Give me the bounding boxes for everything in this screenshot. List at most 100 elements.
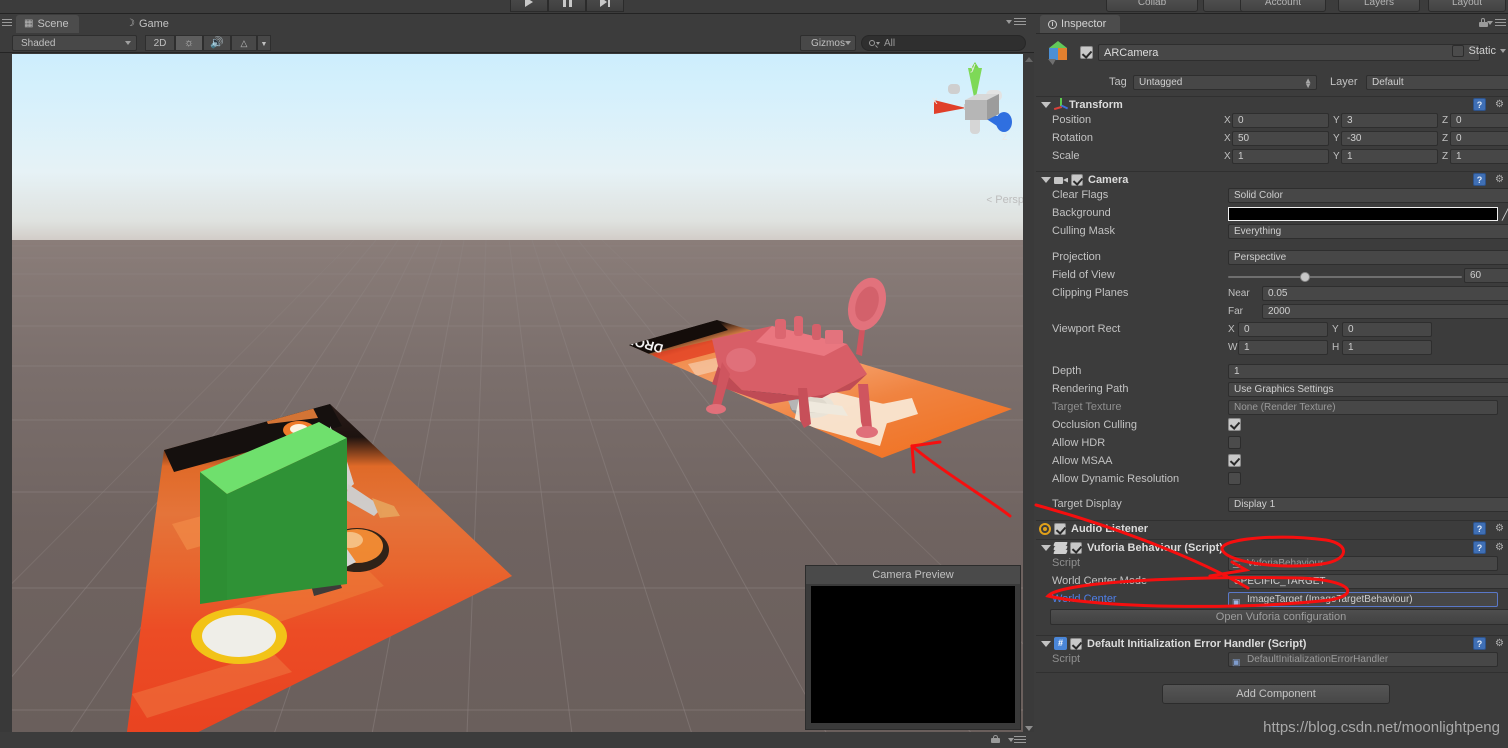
target-texture-field[interactable]: None (Render Texture): [1228, 400, 1498, 415]
static-toggle[interactable]: Static: [1452, 45, 1506, 57]
open-vuforia-configuration-button[interactable]: Open Vuforia configuration: [1050, 609, 1508, 625]
background-color-field[interactable]: [1228, 207, 1498, 221]
pause-button[interactable]: [548, 0, 586, 12]
scene-search-input[interactable]: All: [861, 35, 1026, 51]
projection-mode-toggle[interactable]: < Persp: [986, 194, 1024, 206]
scale-x-input[interactable]: 1: [1232, 149, 1329, 164]
fov-slider-knob[interactable]: [1300, 272, 1310, 282]
error-handler-enabled-checkbox[interactable]: [1070, 637, 1082, 650]
lighting-toggle[interactable]: ☼: [175, 35, 203, 51]
allow-msaa-checkbox[interactable]: [1228, 454, 1241, 467]
far-input[interactable]: 2000: [1262, 304, 1508, 319]
scroll-up-icon[interactable]: [1025, 57, 1033, 62]
foldout-icon[interactable]: [1041, 640, 1051, 647]
component-header-camera[interactable]: Camera ? ⚙: [1036, 171, 1508, 187]
help-icon[interactable]: ?: [1473, 637, 1486, 650]
gear-icon[interactable]: ⚙: [1495, 639, 1504, 649]
culling-mask-dropdown[interactable]: Everything: [1228, 224, 1508, 239]
tab-inspector[interactable]: i Inspector: [1040, 15, 1121, 33]
occlusion-culling-checkbox[interactable]: [1228, 418, 1241, 431]
fov-slider[interactable]: [1228, 276, 1462, 278]
chevron-down-icon[interactable]: [1500, 49, 1506, 53]
component-header-audio-listener[interactable]: Audio Listener ? ⚙: [1036, 520, 1508, 536]
row-clipping-near: Clipping Planes Near 0.05: [1036, 285, 1508, 303]
allow-dynamic-resolution-label: Allow Dynamic Resolution: [1052, 473, 1180, 485]
gear-icon[interactable]: ⚙: [1495, 100, 1504, 110]
vuforia-script-field[interactable]: ☰ VuforiaBehaviour: [1228, 556, 1498, 571]
world-center-mode-dropdown[interactable]: SPECIFIC_TARGET: [1228, 574, 1508, 589]
tab-game[interactable]: ☽ Game: [118, 15, 179, 33]
fov-input[interactable]: 60: [1464, 268, 1508, 283]
foldout-icon[interactable]: [1041, 544, 1051, 551]
gear-icon[interactable]: ⚙: [1495, 175, 1504, 185]
eyedropper-icon[interactable]: ╱: [1502, 208, 1508, 221]
layers-button[interactable]: Layers: [1338, 0, 1420, 12]
viewport-w-input[interactable]: 1: [1238, 340, 1328, 355]
step-button[interactable]: [586, 0, 624, 12]
layer-dropdown[interactable]: Default: [1366, 75, 1508, 90]
target-display-dropdown[interactable]: Display 1: [1228, 497, 1508, 512]
scene-options-menu-icon[interactable]: [1006, 18, 1028, 28]
viewport-h-input[interactable]: 1: [1342, 340, 1432, 355]
viewport-y-input[interactable]: 0: [1342, 322, 1432, 337]
static-checkbox[interactable]: [1452, 45, 1465, 57]
component-header-error-handler[interactable]: # Default Initialization Error Handler (…: [1036, 635, 1508, 651]
depth-input[interactable]: 1: [1228, 364, 1508, 379]
foldout-icon[interactable]: [1041, 101, 1051, 108]
viewport-scrollbar[interactable]: [1023, 54, 1034, 734]
lock-icon[interactable]: [991, 735, 1000, 743]
rendering-path-dropdown[interactable]: Use Graphics Settings: [1228, 382, 1508, 397]
play-button[interactable]: [510, 0, 548, 12]
scroll-down-icon[interactable]: [1025, 726, 1033, 731]
gizmos-dropdown[interactable]: Gizmos: [800, 35, 856, 51]
fx-dropdown[interactable]: ▼: [257, 35, 271, 51]
2d-toggle[interactable]: 2D: [145, 35, 175, 51]
projection-dropdown[interactable]: Perspective: [1228, 250, 1508, 265]
component-title-camera: Camera: [1088, 173, 1129, 186]
account-button[interactable]: Account: [1240, 0, 1326, 12]
fx-toggle[interactable]: △: [231, 35, 257, 51]
audio-toggle[interactable]: 🔊: [203, 35, 231, 51]
position-x-input[interactable]: 0: [1232, 113, 1329, 128]
object-enabled-checkbox[interactable]: [1080, 46, 1093, 59]
allow-dynamic-resolution-checkbox[interactable]: [1228, 472, 1241, 485]
gear-icon[interactable]: ⚙: [1495, 543, 1504, 553]
rotation-z-input[interactable]: 0: [1450, 131, 1508, 146]
world-center-field[interactable]: ▣ ImageTarget (ImageTargetBehaviour): [1228, 592, 1498, 607]
position-y-input[interactable]: 3: [1341, 113, 1438, 128]
layout-button[interactable]: Layout: [1428, 0, 1506, 12]
allow-hdr-checkbox[interactable]: [1228, 436, 1241, 449]
inspector-menu-icon[interactable]: [1487, 19, 1506, 26]
help-icon[interactable]: ?: [1473, 541, 1486, 554]
component-header-transform[interactable]: Transform ? ⚙: [1036, 96, 1508, 112]
rotation-y-input[interactable]: -30: [1341, 131, 1438, 146]
collab-button[interactable]: Collab: [1106, 0, 1198, 12]
scale-z-input[interactable]: 1: [1450, 149, 1508, 164]
gear-icon[interactable]: ⚙: [1495, 524, 1504, 534]
scene-menu-icon[interactable]: [1008, 736, 1026, 744]
axis-gizmo[interactable]: x y z: [920, 60, 1030, 170]
tab-scene[interactable]: ▦ Scene: [16, 15, 79, 33]
clear-flags-dropdown[interactable]: Solid Color: [1228, 188, 1508, 203]
shading-mode-dropdown[interactable]: Shaded: [12, 35, 137, 51]
vuforia-enabled-checkbox[interactable]: [1070, 541, 1082, 554]
scale-y-input[interactable]: 1: [1341, 149, 1438, 164]
playback-controls[interactable]: [510, 0, 624, 12]
help-icon[interactable]: ?: [1473, 173, 1486, 186]
foldout-icon[interactable]: [1041, 176, 1051, 183]
rotation-x-input[interactable]: 50: [1232, 131, 1329, 146]
object-name-input[interactable]: ARCamera: [1098, 44, 1480, 61]
viewport-x-input[interactable]: 0: [1238, 322, 1328, 337]
position-z-input[interactable]: 0: [1450, 113, 1508, 128]
audio-listener-enabled-checkbox[interactable]: [1054, 522, 1066, 535]
camera-enabled-checkbox[interactable]: [1071, 173, 1083, 186]
panel-menu-icon[interactable]: [2, 19, 12, 27]
component-header-vuforia[interactable]: Vuforia Behaviour (Script) ? ⚙: [1036, 539, 1508, 555]
tag-dropdown[interactable]: Untagged ▲ ▼: [1133, 75, 1317, 90]
near-input[interactable]: 0.05: [1262, 286, 1508, 301]
scene-viewport[interactable]: DRONE x y z < Persp Camera Preview: [12, 54, 1032, 734]
error-handler-script-field[interactable]: ▣ DefaultInitializationErrorHandler: [1228, 652, 1498, 667]
help-icon[interactable]: ?: [1473, 98, 1486, 111]
add-component-button[interactable]: Add Component: [1162, 684, 1390, 704]
help-icon[interactable]: ?: [1473, 522, 1486, 535]
